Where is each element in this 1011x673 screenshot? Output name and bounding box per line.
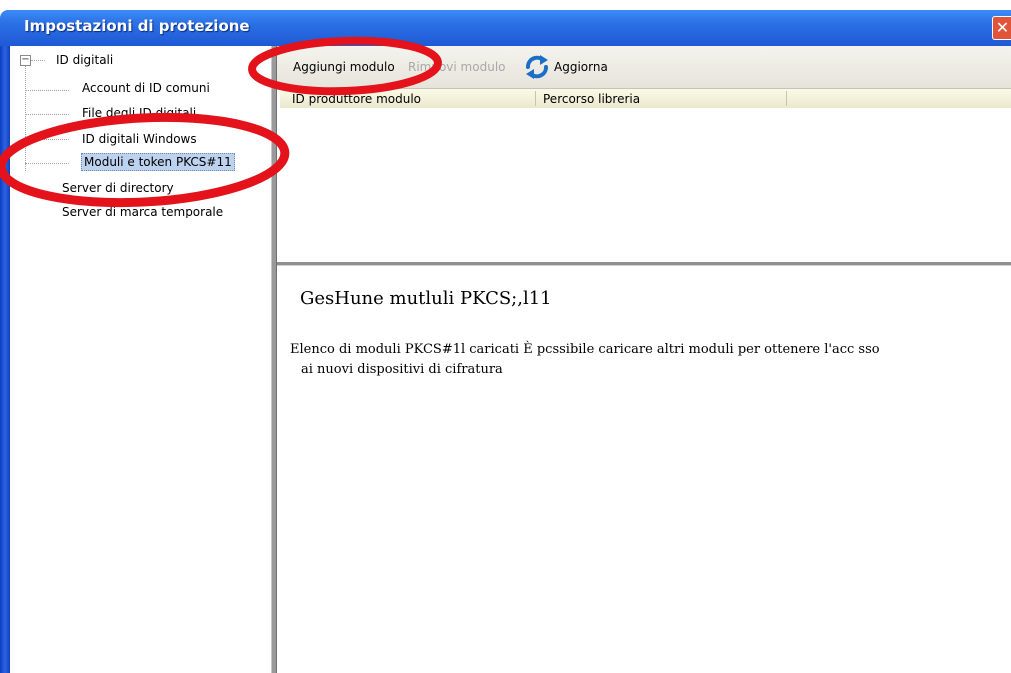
window-titlebar: Impostazioni di protezione ✕ <box>0 10 1011 46</box>
sidebar-item-label: Server di directory <box>62 181 174 195</box>
sidebar-item-file-id-digitali[interactable]: File degli ID digitali <box>82 106 196 120</box>
sidebar-item-label: ID digitali Windows <box>82 132 197 146</box>
sidebar-item-label: File degli ID digitali <box>82 106 197 120</box>
sidebar-item-label: Moduli e token PKCS#11 <box>81 153 235 171</box>
modules-table-header: ID produttore modulo Percorso libreria <box>280 89 1011 109</box>
sidebar-item-server-marca-temporale[interactable]: Server di marca temporale <box>62 205 223 218</box>
sidebar-item-label: ID digitali <box>56 53 114 67</box>
sidebar-item-account-id-comuni[interactable]: Account di ID comuni <box>82 81 210 95</box>
sidebar-item-server-directory[interactable]: Server di directory <box>62 181 174 195</box>
sidebar-item-id-digitali[interactable]: ID digitali <box>56 53 113 67</box>
column-separator[interactable] <box>786 91 787 106</box>
pane-splitter[interactable] <box>271 46 277 673</box>
tree-connector <box>25 114 69 115</box>
modules-table-body[interactable] <box>280 108 1011 218</box>
sidebar-item-moduli-token-pkcs11[interactable]: Moduli e token PKCS#11 <box>81 153 235 171</box>
tree-connector <box>25 163 69 164</box>
column-header-library-path[interactable]: Percorso libreria <box>543 92 640 106</box>
sidebar-item-label: Server di marca temporale <box>62 205 224 218</box>
sidebar-item-id-digitali-windows[interactable]: ID digitali Windows <box>82 132 197 146</box>
sidebar-tree[interactable]: − ID digitali Account di ID comuni File … <box>10 46 271 218</box>
tree-connector <box>25 66 26 171</box>
add-module-button[interactable]: Aggiungi modulo <box>293 60 395 74</box>
window-title: Impostazioni di protezione <box>24 17 250 35</box>
refresh-icon[interactable] <box>524 54 550 80</box>
description-text: Elenco di moduli PKCS#1l caricati È pcss… <box>290 340 990 380</box>
close-icon: ✕ <box>995 18 1010 37</box>
refresh-button[interactable]: Aggiorna <box>554 60 608 74</box>
description-line-2: ai nuovi dispositivi di cifratura <box>301 362 503 377</box>
tree-connector <box>25 139 69 140</box>
collapse-icon[interactable]: − <box>20 55 31 66</box>
pane-divider[interactable] <box>277 262 1011 266</box>
column-separator[interactable] <box>535 91 536 106</box>
column-header-manufacturer[interactable]: ID produttore modulo <box>292 92 421 106</box>
description-line-1: Elenco di moduli PKCS#1l caricati È pcss… <box>290 342 880 357</box>
window-frame-left <box>0 46 10 673</box>
description-title: GesHune mutluli PKCS;,l11 <box>300 288 552 309</box>
close-button[interactable]: ✕ <box>992 16 1011 40</box>
sidebar-item-label: Account di ID comuni <box>82 81 210 95</box>
remove-module-button[interactable]: Rimuovi modulo <box>408 60 506 74</box>
tree-connector <box>31 60 45 61</box>
toolbar: Aggiungi modulo Rimuovi modulo Aggiorna <box>277 46 1011 89</box>
tree-connector <box>25 90 69 91</box>
